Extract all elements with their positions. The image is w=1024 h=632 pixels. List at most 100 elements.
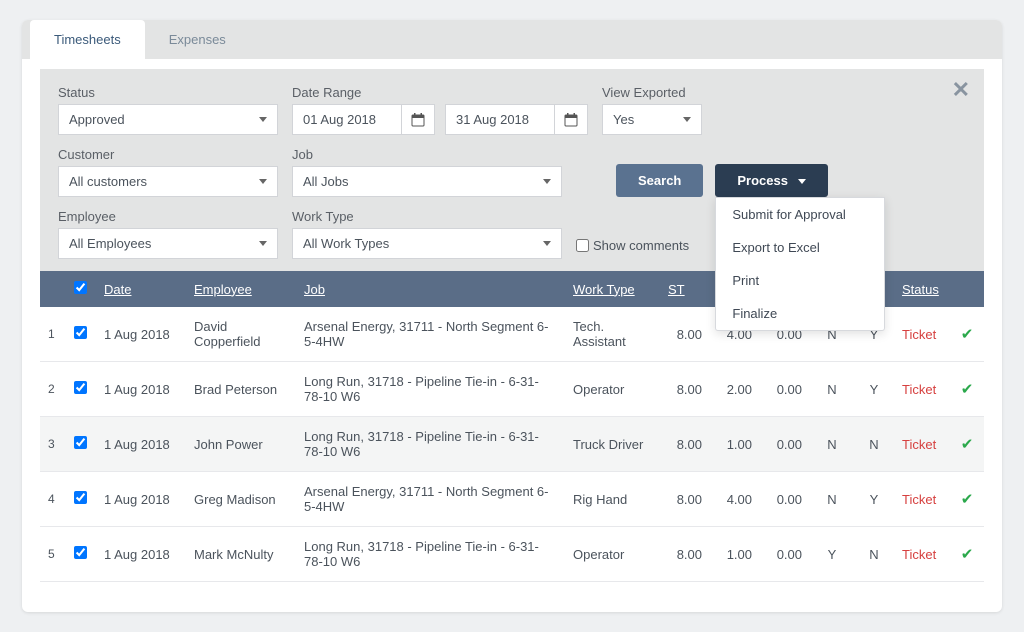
cell-loa: N (810, 472, 854, 527)
view-exported-label: View Exported (602, 85, 702, 100)
show-comments-checkbox[interactable] (576, 239, 589, 252)
timesheet-card: Timesheets Expenses ✕ Status Approved Da… (22, 20, 1002, 612)
employee-label: Employee (58, 209, 278, 224)
cell-loa: Y (810, 527, 854, 582)
close-icon[interactable]: ✕ (952, 77, 970, 103)
row-index: 2 (40, 362, 66, 417)
chevron-down-icon (259, 117, 267, 122)
status-ticket-link[interactable]: Ticket (902, 492, 936, 507)
work-type-value: All Work Types (303, 236, 389, 251)
status-ticket-link[interactable]: Ticket (902, 547, 936, 562)
cell-dt: 0.00 (760, 362, 810, 417)
process-button[interactable]: Process (715, 164, 827, 197)
show-comments-label: Show comments (593, 238, 689, 253)
date-from-picker-button[interactable] (402, 104, 435, 135)
cell-job: Long Run, 31718 - Pipeline Tie-in - 6-31… (296, 417, 565, 472)
cell-work-type: Truck Driver (565, 417, 660, 472)
col-st[interactable]: ST (668, 282, 685, 297)
date-to-input[interactable]: 31 Aug 2018 (445, 104, 555, 135)
cell-work-type: Tech. Assistant (565, 307, 660, 362)
date-to-picker-button[interactable] (555, 104, 588, 135)
row-index: 5 (40, 527, 66, 582)
status-ticket-link[interactable]: Ticket (902, 327, 936, 342)
table-row: 41 Aug 2018Greg MadisonArsenal Energy, 3… (40, 472, 984, 527)
process-dropdown: Submit for Approval Export to Excel Prin… (715, 197, 885, 331)
date-from-input[interactable]: 01 Aug 2018 (292, 104, 402, 135)
cell-bill: Y (854, 472, 894, 527)
cell-employee: Greg Madison (186, 472, 296, 527)
cell-bill: Y (854, 362, 894, 417)
status-label: Status (58, 85, 278, 100)
tab-expenses[interactable]: Expenses (145, 20, 250, 59)
row-checkbox[interactable] (74, 491, 87, 504)
cell-work-type: Operator (565, 527, 660, 582)
job-label: Job (292, 147, 562, 162)
customer-label: Customer (58, 147, 278, 162)
row-index: 3 (40, 417, 66, 472)
check-icon: ✔ (961, 546, 974, 563)
status-ticket-link[interactable]: Ticket (902, 382, 936, 397)
view-exported-value: Yes (613, 112, 634, 127)
cell-loa: N (810, 362, 854, 417)
calendar-icon (411, 113, 425, 127)
col-job[interactable]: Job (304, 282, 325, 297)
job-select[interactable]: All Jobs (292, 166, 562, 197)
employee-select[interactable]: All Employees (58, 228, 278, 259)
col-date[interactable]: Date (104, 282, 131, 297)
work-type-select[interactable]: All Work Types (292, 228, 562, 259)
search-button[interactable]: Search (616, 164, 703, 197)
cell-work-type: Operator (565, 362, 660, 417)
menu-print[interactable]: Print (716, 264, 884, 297)
chevron-down-icon (543, 179, 551, 184)
cell-st: 8.00 (660, 307, 710, 362)
cell-st: 8.00 (660, 417, 710, 472)
row-checkbox[interactable] (74, 326, 87, 339)
cell-employee: Brad Peterson (186, 362, 296, 417)
select-all-checkbox[interactable] (74, 281, 87, 294)
row-checkbox[interactable] (74, 381, 87, 394)
cell-employee: Mark McNulty (186, 527, 296, 582)
col-work-type[interactable]: Work Type (573, 282, 635, 297)
cell-ot: 1.00 (710, 417, 760, 472)
chevron-down-icon (259, 179, 267, 184)
col-status: Status (902, 282, 939, 297)
status-ticket-link[interactable]: Ticket (902, 437, 936, 452)
menu-finalize[interactable]: Finalize (716, 297, 884, 330)
cell-loa: N (810, 417, 854, 472)
cell-date: 1 Aug 2018 (96, 307, 186, 362)
cell-st: 8.00 (660, 527, 710, 582)
cell-work-type: Rig Hand (565, 472, 660, 527)
cell-date: 1 Aug 2018 (96, 417, 186, 472)
menu-export-excel[interactable]: Export to Excel (716, 231, 884, 264)
chevron-down-icon (259, 241, 267, 246)
customer-select[interactable]: All customers (58, 166, 278, 197)
cell-ot: 2.00 (710, 362, 760, 417)
row-checkbox[interactable] (74, 436, 87, 449)
status-select[interactable]: Approved (58, 104, 278, 135)
cell-date: 1 Aug 2018 (96, 362, 186, 417)
cell-employee: David Copperfield (186, 307, 296, 362)
menu-submit-approval[interactable]: Submit for Approval (716, 198, 884, 231)
cell-job: Long Run, 31718 - Pipeline Tie-in - 6-31… (296, 527, 565, 582)
row-index: 1 (40, 307, 66, 362)
tab-bar: Timesheets Expenses (22, 20, 1002, 59)
cell-dt: 0.00 (760, 417, 810, 472)
chevron-down-icon (543, 241, 551, 246)
cell-dt: 0.00 (760, 472, 810, 527)
cell-employee: John Power (186, 417, 296, 472)
row-checkbox[interactable] (74, 546, 87, 559)
process-button-label: Process (737, 173, 788, 188)
content-area: ✕ Status Approved Date Range 01 Aug (22, 59, 1002, 582)
cell-job: Long Run, 31718 - Pipeline Tie-in - 6-31… (296, 362, 565, 417)
cell-st: 8.00 (660, 362, 710, 417)
view-exported-select[interactable]: Yes (602, 104, 702, 135)
cell-bill: N (854, 527, 894, 582)
col-employee[interactable]: Employee (194, 282, 252, 297)
date-to-value: 31 Aug 2018 (456, 112, 529, 127)
cell-st: 8.00 (660, 472, 710, 527)
chevron-down-icon (683, 117, 691, 122)
check-icon: ✔ (961, 436, 974, 453)
tab-timesheets[interactable]: Timesheets (30, 20, 145, 59)
status-value: Approved (69, 112, 125, 127)
date-from-value: 01 Aug 2018 (303, 112, 376, 127)
